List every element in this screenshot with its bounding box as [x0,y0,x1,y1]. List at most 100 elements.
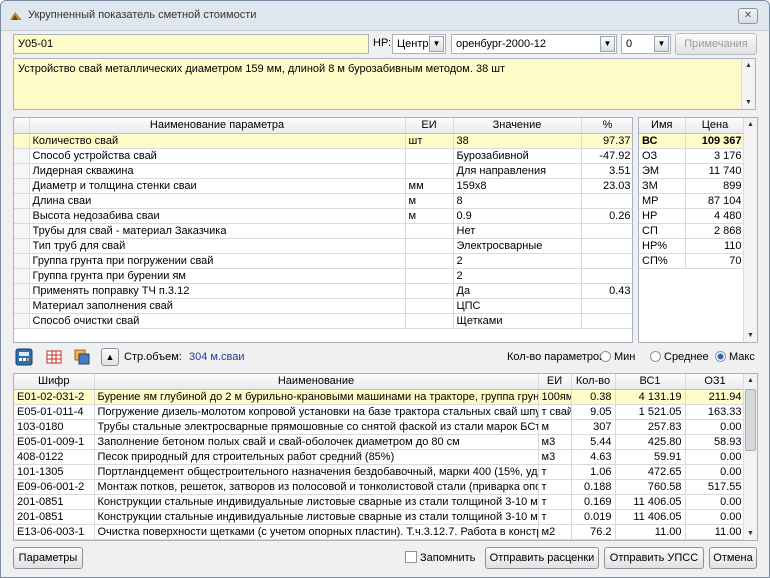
price-row[interactable]: ОЗ 3 176 [639,148,746,164]
np-select[interactable]: Центр ▼ [392,34,446,54]
row-indicator[interactable] [14,178,30,194]
price-row[interactable]: НР% 110 [639,238,746,254]
price-row[interactable]: ВС 109 367 [639,133,746,149]
price-row[interactable]: СП% 70 [639,253,746,269]
col-name[interactable]: Наименование [94,374,539,390]
param-value[interactable]: 8 [453,193,582,209]
row-indicator[interactable] [14,133,30,149]
grid-icon[interactable] [45,348,63,366]
radio-circle-checked[interactable] [715,351,726,362]
send-rates-button[interactable]: Отправить расценки [485,547,599,569]
code-field[interactable]: У05-01 [13,34,369,54]
param-value[interactable]: 2 [453,253,582,269]
param-value[interactable]: 0.9 [453,208,582,224]
price-row[interactable]: МР 87 104 [639,193,746,209]
remember-checkbox[interactable]: Запомнить [405,551,475,564]
chevron-down-icon[interactable]: ▼ [600,36,615,52]
param-row[interactable]: Диаметр и толщина стенки сваи мм 159х8 23.0… [14,178,632,194]
scroll-up-icon[interactable]: ▲ [742,59,755,72]
scroll-up-icon[interactable]: ▲ [744,374,757,387]
resource-row[interactable]: 201-0851 Конструкции стальные индивидуаль… [14,494,746,510]
col-oz1[interactable]: ОЗ1 [685,374,746,390]
row-indicator[interactable] [14,163,30,179]
resource-row[interactable]: Е01-02-031-2 Бурение ям глубиной до 2 м б… [14,389,746,405]
col-code[interactable]: Шифр [14,374,95,390]
resource-row[interactable]: Е05-01-011-4 Погружение дизель-молотом ко… [14,404,746,420]
param-value[interactable]: Бурозабивной [453,148,582,164]
param-row[interactable]: Применять поправку ТЧ п.3.12 Да 0.43 [14,283,632,299]
param-row[interactable]: Длина сваи м 8 [14,193,632,209]
param-row[interactable]: Группа грунта при бурении ям 2 [14,268,632,284]
send-upss-button[interactable]: Отправить УПСС [604,547,704,569]
radio-mid[interactable]: Среднее [650,351,709,363]
scroll-thumb[interactable] [745,389,756,451]
col-vs1[interactable]: ВС1 [615,374,686,390]
row-indicator[interactable] [14,283,30,299]
radio-min[interactable]: Мин [600,351,635,363]
param-value[interactable]: 159х8 [453,178,582,194]
row-indicator[interactable] [14,298,30,314]
resource-row[interactable]: 408-0122 Песок природный для строительных… [14,449,746,465]
price-row[interactable]: СП 2 868 [639,223,746,239]
copy-icon[interactable] [73,348,91,366]
param-value[interactable]: Нет [453,223,582,239]
param-row[interactable]: Способ устройства свай Бурозабивной -47.92 [14,148,632,164]
row-indicator[interactable] [14,238,30,254]
row-indicator[interactable] [14,193,30,209]
resources-scrollbar[interactable]: ▲ ▼ [743,374,757,540]
resource-row[interactable]: Е05-01-009-1 Заполнение бетоном полых сва… [14,434,746,450]
row-indicator[interactable] [14,148,30,164]
param-value[interactable]: 38 [453,133,582,149]
col-unit[interactable]: ЕИ [538,374,572,390]
row-indicator[interactable] [14,313,30,329]
radio-circle[interactable] [600,351,611,362]
price-row[interactable]: ЭМ 11 740 [639,163,746,179]
resource-row[interactable]: 101-1305 Портландцемент общестроительного… [14,464,746,480]
col-name[interactable]: Имя [639,118,686,134]
scroll-down-icon[interactable]: ▼ [744,329,757,342]
param-row[interactable]: Материал заполнения свай ЦПС [14,298,632,314]
param-row[interactable]: Тип труб для свай Электросварные [14,238,632,254]
scroll-down-icon[interactable]: ▼ [742,96,755,109]
param-row[interactable]: Лидерная скважина Для направления 3.51 [14,163,632,179]
chevron-down-icon[interactable]: ▼ [654,36,669,52]
price-row[interactable]: НР 4 480 [639,208,746,224]
col-value[interactable]: Значение [453,118,582,134]
param-value[interactable]: Щетками [453,313,582,329]
resource-row[interactable]: Е09-06-001-2 Монтаж потков, решеток, затв… [14,479,746,495]
memo-scrollbar[interactable]: ▲ ▼ [741,59,755,109]
param-value[interactable]: ЦПС [453,298,582,314]
index-select[interactable]: 0 ▼ [621,34,671,54]
collapse-button[interactable]: ▲ [101,348,119,366]
col-percent[interactable]: % [581,118,632,134]
col-param-name[interactable]: Наименование параметра [29,118,406,134]
param-value[interactable]: 2 [453,268,582,284]
param-row[interactable]: Трубы для свай - материал Заказчика Нет [14,223,632,239]
radio-max[interactable]: Макс [715,351,755,363]
row-indicator[interactable] [14,223,30,239]
param-value[interactable]: Да [453,283,582,299]
cancel-button[interactable]: Отмена [709,547,757,569]
notes-button[interactable]: Примечания [675,33,757,55]
chevron-down-icon[interactable]: ▼ [429,36,444,52]
checkbox-box[interactable] [405,551,417,563]
prices-scrollbar[interactable]: ▲ ▼ [743,118,757,342]
scroll-down-icon[interactable]: ▼ [744,527,757,540]
param-row[interactable]: Группа грунта при погружении свай 2 [14,253,632,269]
row-indicator[interactable] [14,208,30,224]
col-price[interactable]: Цена [685,118,746,134]
row-indicator[interactable] [14,253,30,269]
scroll-up-icon[interactable]: ▲ [744,118,757,131]
param-row[interactable]: Способ очистки свай Щетками [14,313,632,329]
parameters-button[interactable]: Параметры [13,547,83,569]
col-qty[interactable]: Кол-во [571,374,616,390]
param-value[interactable]: Электросварные [453,238,582,254]
param-row[interactable]: Количество свай шт 38 97.37 [14,133,632,149]
close-button[interactable]: ✕ [738,8,758,24]
row-indicator[interactable] [14,268,30,284]
resource-row[interactable]: Е13-06-003-1 Очистка поверхности щетками … [14,524,746,540]
col-unit[interactable]: ЕИ [405,118,454,134]
calculator-icon[interactable] [15,348,33,366]
base-select[interactable]: оренбург-2000-12 ▼ [451,34,617,54]
param-row[interactable]: Высота недозабива сваи м 0.9 0.26 [14,208,632,224]
